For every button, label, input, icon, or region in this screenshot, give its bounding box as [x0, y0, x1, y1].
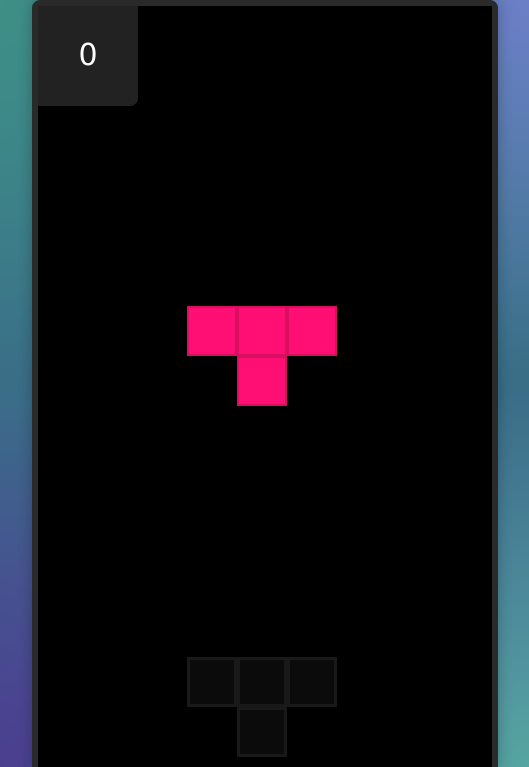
- ghost-piece-block: [237, 707, 287, 757]
- active-piece-block: [287, 306, 337, 356]
- ghost-piece-block: [237, 657, 287, 707]
- score-value: 0: [78, 38, 98, 73]
- game-frame: 0: [32, 0, 498, 767]
- active-piece-block: [237, 356, 287, 406]
- ghost-piece-block: [287, 657, 337, 707]
- active-piece-block: [187, 306, 237, 356]
- game-board[interactable]: 0: [38, 6, 492, 767]
- score-panel: 0: [38, 6, 138, 106]
- ghost-piece-block: [187, 657, 237, 707]
- active-piece-block: [237, 306, 287, 356]
